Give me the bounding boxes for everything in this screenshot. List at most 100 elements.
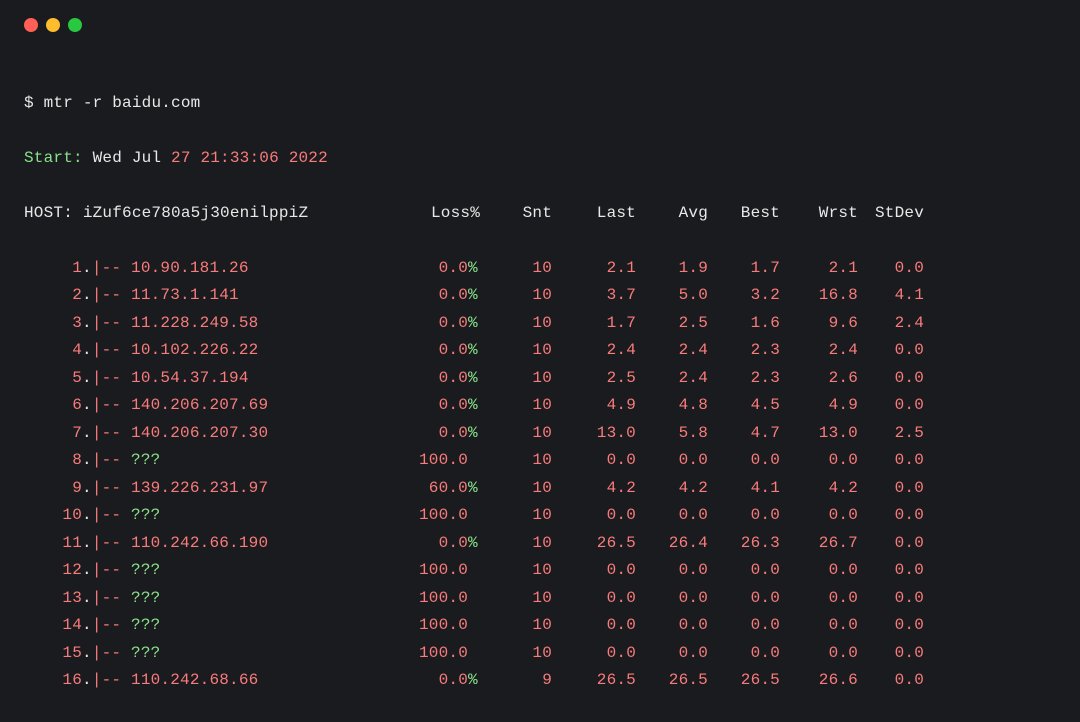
start-label: Start: [24,145,83,173]
hop-last: 0.0 [552,612,636,640]
command-target: baidu.com [112,90,200,118]
maximize-icon[interactable] [68,18,82,32]
hop-ip: 139.226.231.97 [131,479,268,497]
hop-index: 2 [24,282,82,310]
hop-wrst: 0.0 [780,585,858,613]
hop-index: 8 [24,447,82,475]
hop-stdev: 0.0 [858,502,924,530]
hop-last: 3.7 [552,282,636,310]
hop-ip: 140.206.207.69 [131,396,268,414]
hop-loss: 100.0 [372,502,468,530]
close-icon[interactable] [24,18,38,32]
hop-loss: 60.0 [372,475,468,503]
hop-dot: . [82,479,92,497]
hop-pipe: |-- [92,424,131,442]
hop-dot: . [82,644,92,662]
hop-best: 0.0 [708,585,780,613]
hop-unknown: ??? [131,616,160,634]
command-flag: -r [73,90,112,118]
command-line: $ mtr -r baidu.com [24,90,1056,118]
hop-wrst: 2.1 [780,255,858,283]
hop-row: 9.|-- 139.226.231.9760.0%104.24.24.14.20… [24,475,1056,503]
hop-snt: 10 [480,475,552,503]
hop-index: 4 [24,337,82,365]
hop-loss-pct: % [468,337,480,365]
hop-stdev: 0.0 [858,392,924,420]
hop-snt: 10 [480,640,552,668]
hop-best: 0.0 [708,612,780,640]
hop-last: 2.5 [552,365,636,393]
hop-best: 0.0 [708,447,780,475]
hop-avg: 26.4 [636,530,708,558]
hop-host-cell: .|-- 139.226.231.97 [82,475,372,503]
hop-stdev: 2.4 [858,310,924,338]
hop-dot: . [82,671,92,689]
hop-loss-pct: % [468,475,480,503]
hop-best: 2.3 [708,365,780,393]
hop-loss-pct [468,640,480,668]
hop-row: 1.|-- 10.90.181.260.0%102.11.91.72.10.0 [24,255,1056,283]
hop-ip: 140.206.207.30 [131,424,268,442]
hop-unknown: ??? [131,561,160,579]
hop-last: 0.0 [552,447,636,475]
hop-index: 12 [24,557,82,585]
hop-loss: 0.0 [372,365,468,393]
hop-avg: 26.5 [636,667,708,695]
hop-row: 10.|-- ???100.0100.00.00.00.00.0 [24,502,1056,530]
header-stdev: StDev [858,200,924,228]
hop-pipe: |-- [92,506,131,524]
hop-index: 6 [24,392,82,420]
hop-host-cell: .|-- 11.228.249.58 [82,310,372,338]
hop-avg: 0.0 [636,585,708,613]
hop-last: 13.0 [552,420,636,448]
hop-wrst: 26.7 [780,530,858,558]
hop-snt: 10 [480,447,552,475]
hop-best: 1.6 [708,310,780,338]
hop-last: 26.5 [552,530,636,558]
header-host-label: HOST: [24,204,83,222]
hop-wrst: 0.0 [780,502,858,530]
hop-host-cell: .|-- ??? [82,612,372,640]
hop-stdev: 0.0 [858,585,924,613]
hop-last: 2.1 [552,255,636,283]
header-loss: Loss% [372,200,480,228]
hop-avg: 0.0 [636,502,708,530]
hop-snt: 10 [480,392,552,420]
hop-ip: 11.228.249.58 [131,314,258,332]
hop-ip: 10.90.181.26 [131,259,249,277]
hop-avg: 0.0 [636,612,708,640]
hop-index: 10 [24,502,82,530]
hop-snt: 10 [480,365,552,393]
hop-wrst: 13.0 [780,420,858,448]
hop-unknown: ??? [131,506,160,524]
hop-loss-pct: % [468,365,480,393]
hop-pipe: |-- [92,396,131,414]
minimize-icon[interactable] [46,18,60,32]
hop-stdev: 0.0 [858,612,924,640]
hop-last: 4.9 [552,392,636,420]
hop-wrst: 26.6 [780,667,858,695]
hop-row: 5.|-- 10.54.37.1940.0%102.52.42.32.60.0 [24,365,1056,393]
hop-index: 7 [24,420,82,448]
hop-loss-pct: % [468,530,480,558]
hop-pipe: |-- [92,451,131,469]
hop-stdev: 4.1 [858,282,924,310]
hop-avg: 2.4 [636,337,708,365]
hop-avg: 1.9 [636,255,708,283]
hop-host-cell: .|-- ??? [82,447,372,475]
header-host-value: iZuf6ce780a5j30enilppiZ [83,204,308,222]
hop-best: 0.0 [708,640,780,668]
hop-dot: . [82,314,92,332]
hop-last: 2.4 [552,337,636,365]
hop-wrst: 0.0 [780,612,858,640]
hop-loss: 100.0 [372,557,468,585]
header-best: Best [708,200,780,228]
hop-snt: 10 [480,557,552,585]
hop-pipe: |-- [92,341,131,359]
hop-index: 5 [24,365,82,393]
hop-row: 14.|-- ???100.0100.00.00.00.00.0 [24,612,1056,640]
hop-stdev: 0.0 [858,475,924,503]
hop-last: 0.0 [552,640,636,668]
start-date: 27 [171,145,191,173]
hop-best: 2.3 [708,337,780,365]
